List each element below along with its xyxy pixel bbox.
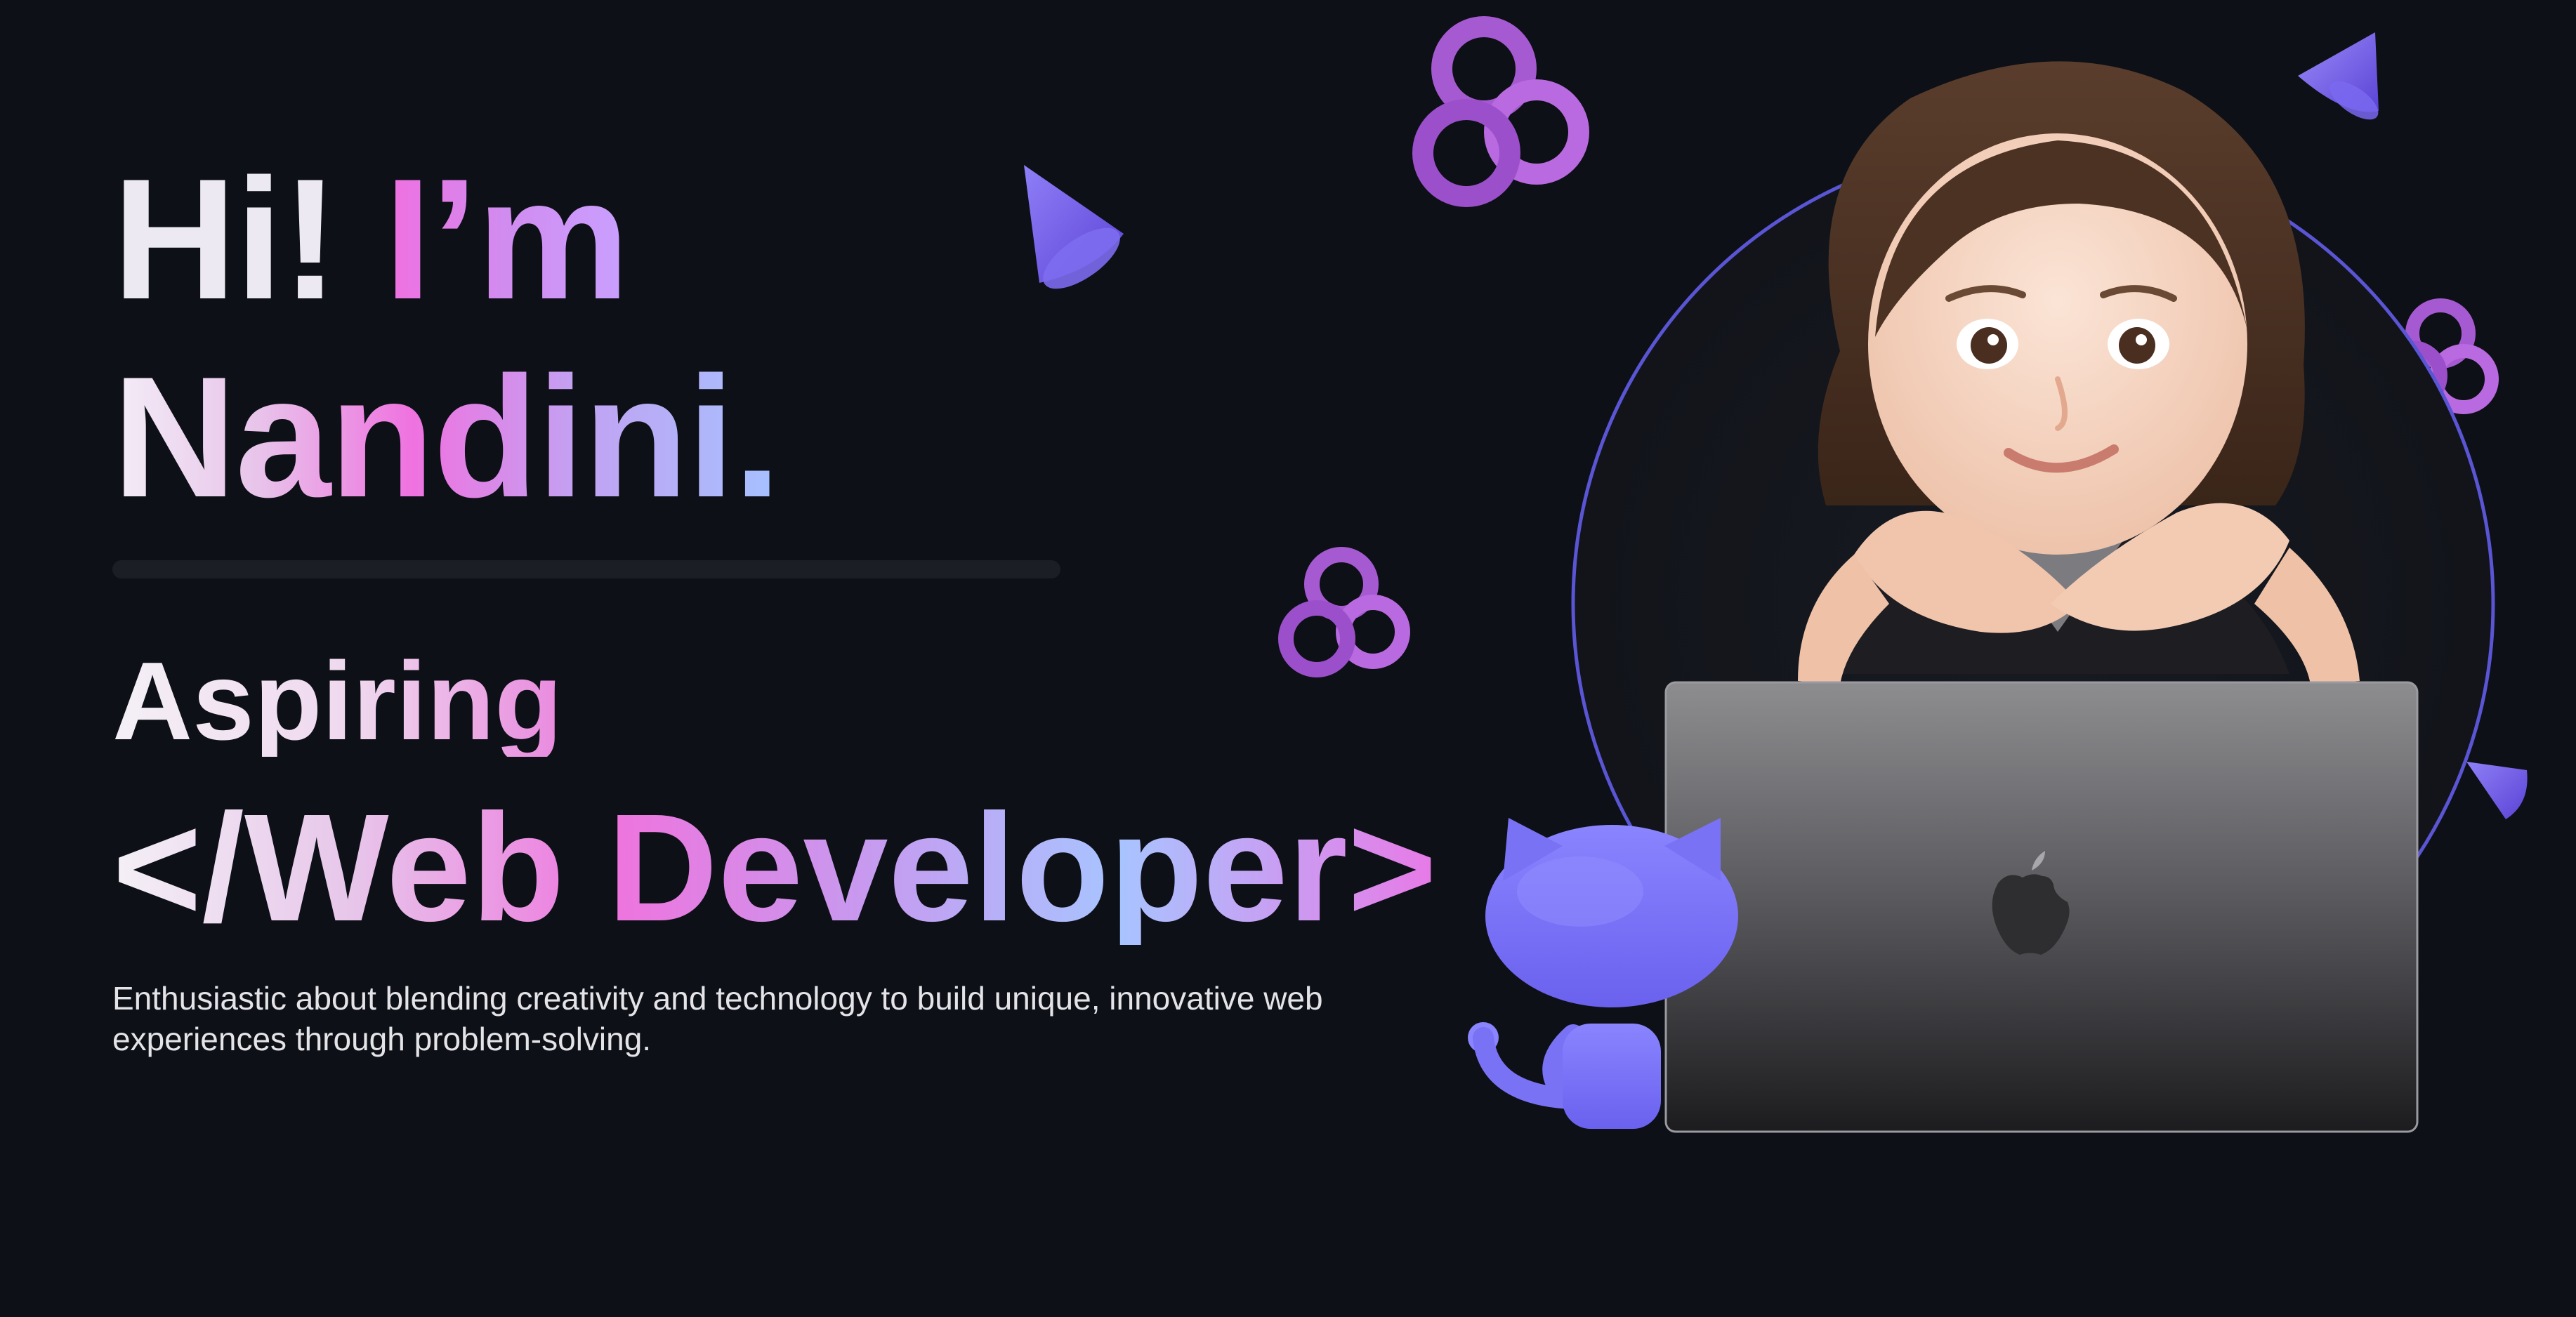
cone-icon bbox=[1024, 165, 1124, 289]
avatar-memoji bbox=[1798, 61, 2360, 684]
headline-name: Nandini. bbox=[112, 340, 781, 533]
hero-illustration bbox=[1468, 61, 2495, 1133]
divider bbox=[112, 560, 1060, 578]
headline-greeting: Hi! I’m bbox=[112, 153, 630, 325]
hero-description: Enthusiastic about blending creativity a… bbox=[112, 980, 1323, 1057]
role-title: </Web Developer> bbox=[112, 783, 1438, 953]
im-text: I’m bbox=[383, 143, 630, 335]
greeting-text: Hi! bbox=[112, 143, 339, 335]
torus-knot-icon bbox=[1278, 547, 1410, 677]
role-prefix: Aspiring bbox=[112, 640, 563, 763]
